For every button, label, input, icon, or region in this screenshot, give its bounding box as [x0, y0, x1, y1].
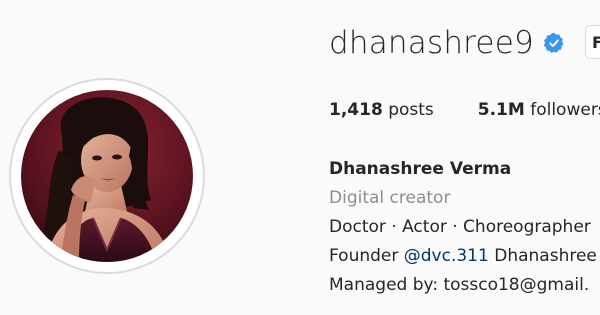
bio-line-2-suffix: Dhanashree	[488, 246, 597, 266]
bio-line-3: Managed by: tossco18@gmail.	[329, 275, 590, 295]
profile-username: dhanashree9	[329, 25, 534, 61]
posts-count: 1,418	[329, 100, 383, 120]
bio-line-2: Founder @dvc.311 Dhanashree	[329, 242, 597, 271]
profile-category: Digital creator	[329, 188, 451, 208]
profile-avatar[interactable]	[21, 90, 193, 262]
verified-badge-icon	[543, 32, 565, 54]
avatar-portrait-image	[21, 90, 193, 262]
posts-stat: 1,418 posts	[329, 100, 434, 120]
bio-line-1: Doctor · Actor · Choreographer	[329, 217, 591, 237]
follow-button-label: F	[592, 33, 600, 52]
mention-link[interactable]: @dvc.311	[404, 246, 489, 266]
posts-label: posts	[388, 100, 434, 120]
followers-count: 5.1M	[477, 100, 525, 120]
followers-stat[interactable]: 5.1M followers	[478, 100, 600, 120]
profile-full-name: Dhanashree Verma	[329, 159, 512, 179]
follow-button[interactable]: F	[585, 25, 600, 59]
followers-label: followers	[530, 100, 600, 120]
username-row: dhanashree9	[329, 22, 565, 64]
profile-stats: 1,418 posts 5.1M followers	[329, 100, 600, 120]
profile-bio: Dhanashree Verma Digital creator Doctor …	[329, 155, 597, 300]
bio-line-2-prefix: Founder	[329, 246, 404, 266]
